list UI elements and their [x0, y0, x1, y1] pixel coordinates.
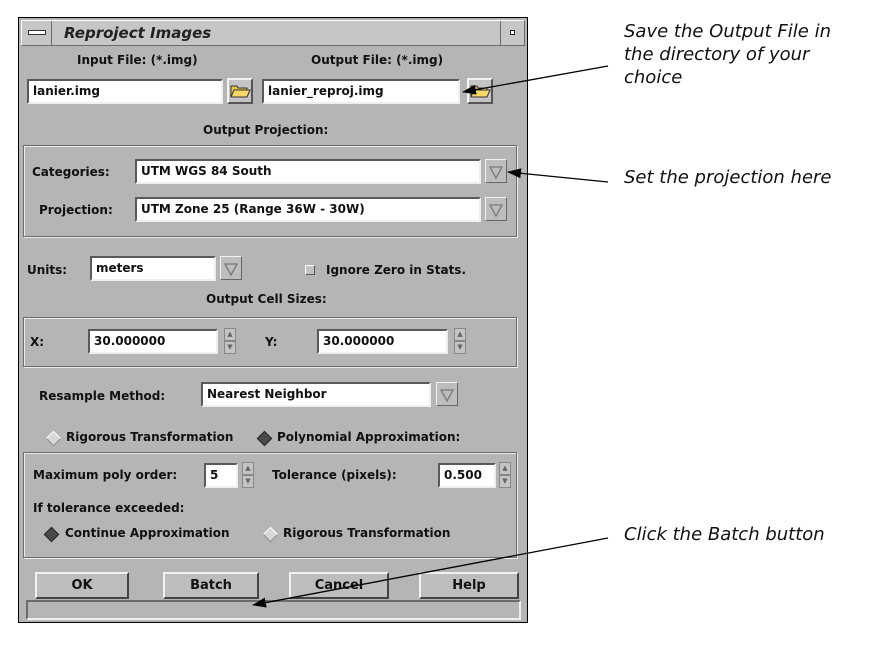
arrow-to-categories [507, 168, 609, 183]
callout-arrows [252, 65, 609, 608]
arrow-to-batch [252, 537, 609, 608]
arrow-to-output-file [462, 65, 609, 95]
